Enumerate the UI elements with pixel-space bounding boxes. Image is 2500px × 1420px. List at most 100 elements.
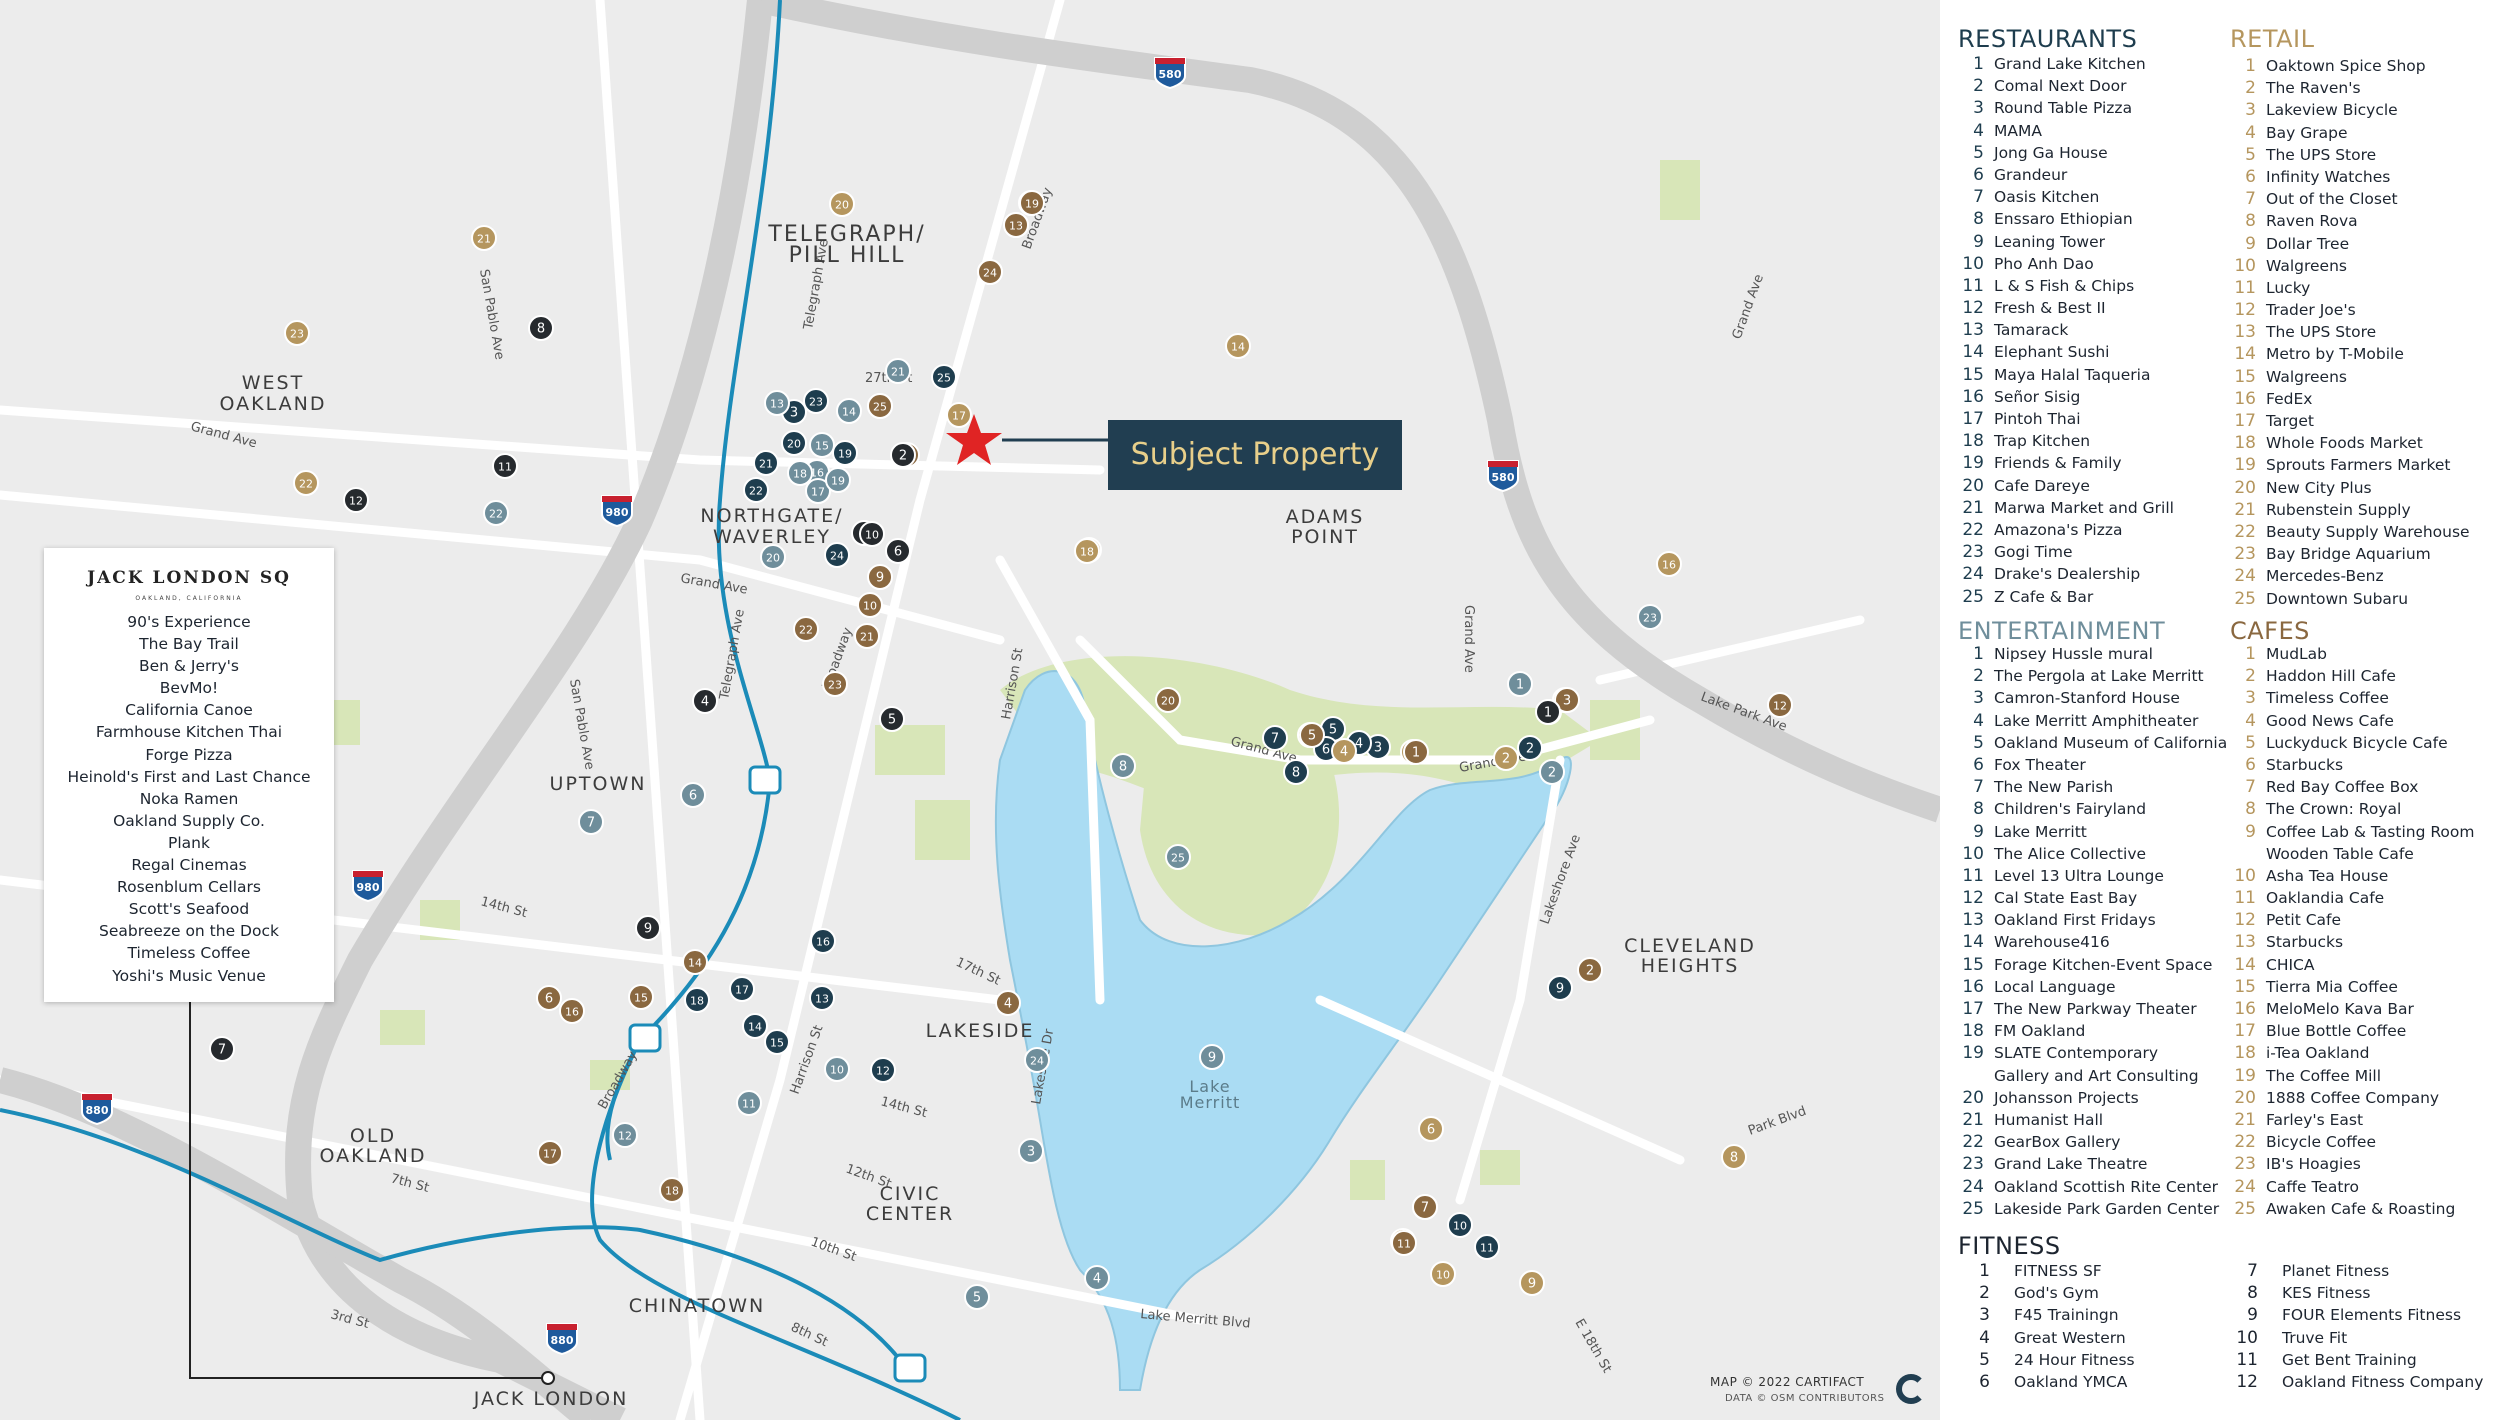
retail-marker[interactable]: 8 — [1721, 1144, 1747, 1170]
cafes-marker[interactable]: 22 — [793, 616, 819, 642]
retail-marker[interactable]: 9 — [1519, 1270, 1545, 1296]
cafes-marker[interactable]: 19 — [1019, 190, 1045, 216]
restaurants-marker[interactable]: 23 — [803, 388, 829, 414]
fitness-marker[interactable]: 4 — [692, 688, 718, 714]
entertainment-marker[interactable]: 3 — [1018, 1138, 1044, 1164]
cafes-marker[interactable]: 12 — [1767, 692, 1793, 718]
restaurants-marker[interactable]: 2 — [1517, 735, 1543, 761]
restaurants-marker[interactable]: 9 — [1547, 975, 1573, 1001]
entertainment-marker[interactable]: 12 — [612, 1122, 638, 1148]
cafes-marker[interactable]: 13 — [1003, 212, 1029, 238]
restaurants-marker[interactable]: 21 — [753, 450, 779, 476]
subject-property-label[interactable]: Subject Property — [1108, 420, 1402, 490]
restaurants-marker[interactable]: 20 — [781, 430, 807, 456]
entertainment-marker[interactable]: 19 — [825, 467, 851, 493]
entertainment-marker[interactable]: 9 — [1199, 1044, 1225, 1070]
entertainment-marker[interactable]: 5 — [964, 1284, 990, 1310]
fitness-marker[interactable]: 7 — [209, 1036, 235, 1062]
restaurants-marker[interactable]: 13 — [809, 985, 835, 1011]
cafes-marker[interactable]: 20 — [1155, 687, 1181, 713]
retail-marker[interactable]: 4 — [1331, 738, 1357, 764]
entertainment-marker[interactable]: 23 — [1637, 604, 1663, 630]
entertainment-marker[interactable]: 25 — [1165, 844, 1191, 870]
cafes-marker[interactable]: 2 — [1577, 957, 1603, 983]
restaurants-marker[interactable]: 7 — [1262, 725, 1288, 751]
entertainment-marker[interactable]: 11 — [736, 1090, 762, 1116]
restaurants-marker[interactable]: 22 — [743, 477, 769, 503]
restaurants-marker[interactable]: 25 — [931, 364, 957, 390]
retail-marker[interactable]: 20 — [829, 191, 855, 217]
entertainment-marker[interactable]: 4 — [1084, 1265, 1110, 1291]
cafes-marker[interactable]: 15 — [628, 984, 654, 1010]
fitness-marker[interactable]: 2 — [890, 442, 916, 468]
entertainment-marker[interactable]: 18 — [787, 460, 813, 486]
retail-marker[interactable]: 2 — [1493, 745, 1519, 771]
entertainment-marker[interactable]: 8 — [1110, 753, 1136, 779]
cafes-marker[interactable]: 16 — [559, 998, 585, 1024]
fitness-marker[interactable]: 12 — [343, 487, 369, 513]
cafes-marker[interactable]: 18 — [659, 1177, 685, 1203]
entertainment-marker[interactable]: 2 — [1539, 759, 1565, 785]
fitness-marker[interactable]: 11 — [492, 453, 518, 479]
restaurants-marker[interactable]: 24 — [824, 542, 850, 568]
cafes-marker[interactable]: 5 — [1299, 722, 1325, 748]
fitness-marker[interactable]: 5 — [879, 706, 905, 732]
cafes-marker[interactable]: 6 — [536, 985, 562, 1011]
restaurants-marker[interactable]: 8 — [1283, 759, 1309, 785]
cafes-marker[interactable]: 25 — [867, 393, 893, 419]
marker-number: 5 — [1308, 729, 1316, 744]
cafes-marker[interactable]: 14 — [682, 949, 708, 975]
retail-marker[interactable]: 6 — [1418, 1116, 1444, 1142]
entertainment-marker[interactable]: 14 — [836, 398, 862, 424]
entertainment-marker[interactable]: 22 — [483, 500, 509, 526]
retail-marker[interactable]: 16 — [1656, 551, 1682, 577]
legend-name: Fresh & Best II — [1994, 299, 2106, 318]
entertainment-marker[interactable]: 15 — [809, 432, 835, 458]
retail-marker[interactable]: 21 — [471, 225, 497, 251]
restaurants-marker[interactable]: 16 — [810, 928, 836, 954]
restaurants-marker[interactable]: 11 — [1474, 1234, 1500, 1260]
entertainment-marker[interactable]: 10 — [824, 1056, 850, 1082]
fitness-marker[interactable]: 10 — [859, 521, 885, 547]
cafes-marker[interactable]: 24 — [977, 259, 1003, 285]
restaurants-marker[interactable]: 14 — [742, 1013, 768, 1039]
entertainment-marker[interactable]: 24 — [1024, 1047, 1050, 1073]
restaurants-marker[interactable]: 19 — [832, 440, 858, 466]
marker-number: 21 — [759, 458, 773, 471]
restaurants-legend-item: 22 Amazona's Pizza — [1958, 519, 2174, 541]
retail-marker[interactable]: 22 — [293, 470, 319, 496]
restaurants-marker[interactable]: 18 — [684, 987, 710, 1013]
restaurants-marker[interactable]: 17 — [729, 976, 755, 1002]
cafes-marker[interactable]: 7 — [1412, 1194, 1438, 1220]
marker-number: 21 — [860, 631, 874, 644]
cafes-marker[interactable]: 1 — [1403, 739, 1429, 765]
marker-number: 5 — [973, 1291, 981, 1306]
cafes-marker[interactable]: 21 — [854, 623, 880, 649]
entertainment-marker[interactable]: 1 — [1507, 671, 1533, 697]
retail-marker[interactable]: 18 — [1074, 538, 1100, 564]
retail-marker[interactable]: 10 — [1430, 1261, 1456, 1287]
retail-marker[interactable]: 17 — [946, 402, 972, 428]
cafes-marker[interactable]: 11 — [1391, 1230, 1417, 1256]
cafes-marker[interactable]: 9 — [867, 564, 893, 590]
entertainment-marker[interactable]: 21 — [885, 358, 911, 384]
cafes-marker[interactable]: 10 — [857, 592, 883, 618]
entertainment-marker[interactable]: 6 — [680, 782, 706, 808]
restaurants-marker[interactable]: 10 — [1447, 1212, 1473, 1238]
entertainment-marker[interactable]: 20 — [760, 544, 786, 570]
legend-number: 6 — [1973, 754, 1984, 775]
fitness-marker[interactable]: 8 — [528, 315, 554, 341]
entertainment-marker[interactable]: 13 — [764, 390, 790, 416]
retail-marker[interactable]: 23 — [284, 320, 310, 346]
cafes-marker[interactable]: 4 — [995, 990, 1021, 1016]
retail-marker[interactable]: 14 — [1225, 333, 1251, 359]
restaurants-marker[interactable]: 15 — [764, 1029, 790, 1055]
cafes-marker[interactable]: 17 — [537, 1140, 563, 1166]
fitness-marker[interactable]: 6 — [885, 538, 911, 564]
fitness-marker[interactable]: 1 — [1535, 699, 1561, 725]
restaurants-marker[interactable]: 12 — [870, 1057, 896, 1083]
cafes-marker[interactable]: 23 — [822, 671, 848, 697]
marker-number: 10 — [1436, 1269, 1450, 1282]
fitness-marker[interactable]: 9 — [635, 915, 661, 941]
entertainment-marker[interactable]: 7 — [578, 809, 604, 835]
